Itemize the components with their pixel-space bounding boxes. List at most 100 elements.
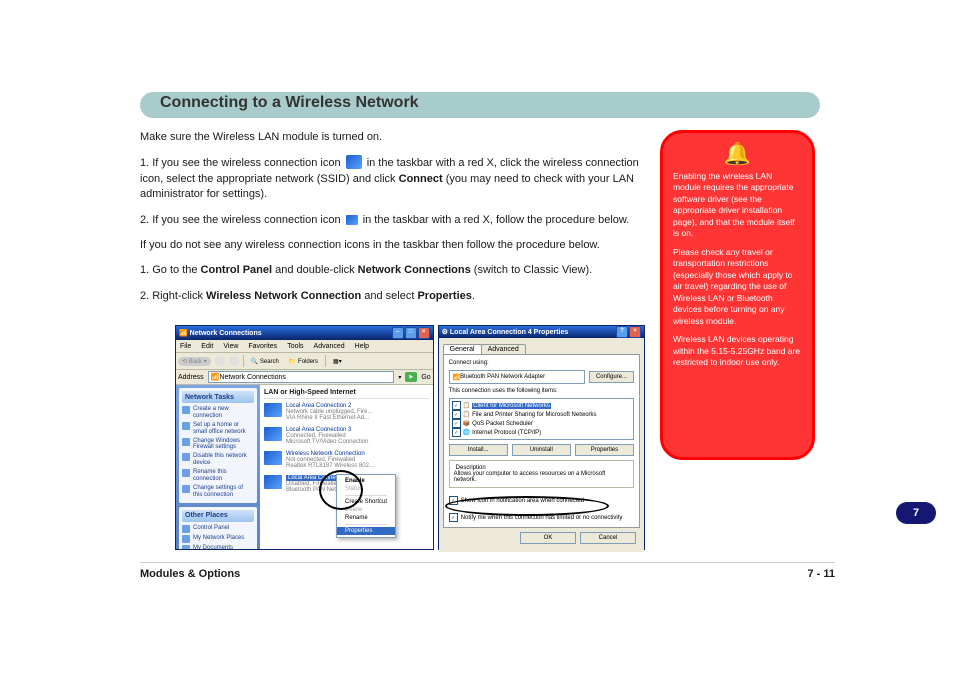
warning-text: Enabling the wireless LAN module require… bbox=[673, 171, 802, 369]
minimize-button[interactable]: – bbox=[392, 327, 404, 339]
close-button[interactable]: × bbox=[418, 327, 430, 339]
menu-tools[interactable]: Tools bbox=[287, 343, 303, 350]
menu-file[interactable]: File bbox=[180, 343, 191, 350]
adapter-field[interactable]: 📶 Bluetooth PAN Network Adapter bbox=[449, 370, 585, 384]
network-icon bbox=[264, 427, 282, 441]
task-item[interactable]: Change Windows Firewall settings bbox=[182, 437, 254, 453]
component-item[interactable]: ✓📋 File and Printer Sharing for Microsof… bbox=[452, 410, 631, 419]
warning-box: 🔔 Enabling the wireless LAN module requi… bbox=[660, 130, 815, 460]
menu-favorites[interactable]: Favorites bbox=[248, 343, 277, 350]
notify-checkbox[interactable]: ✓Notify me when this connection has limi… bbox=[449, 513, 634, 522]
substep-2: 2. Right-click Wireless Network Connecti… bbox=[140, 289, 640, 304]
wireless-icon-x2 bbox=[346, 215, 358, 225]
page-nav-button[interactable]: 7 bbox=[896, 502, 936, 524]
panel-other-places: Other Places Control Panel My Network Pl… bbox=[179, 507, 257, 549]
ctx-status: Status bbox=[345, 485, 387, 493]
network-icon bbox=[264, 451, 282, 465]
uses-label: This connection uses the following items… bbox=[449, 388, 634, 394]
views-button[interactable]: ▦▾ bbox=[330, 357, 345, 366]
explorer-window: 📶 Network Connections – □ × File Edit Vi… bbox=[175, 325, 434, 550]
ctx-delete: Delete bbox=[345, 506, 387, 514]
properties-dialog: ⚙ Local Area Connection 4 Properties ?× … bbox=[438, 325, 645, 550]
properties-button[interactable]: Properties bbox=[575, 444, 634, 456]
tab-general[interactable]: General bbox=[443, 344, 482, 354]
folders-button[interactable]: 📁 Folders bbox=[286, 357, 321, 366]
tab-advanced[interactable]: Advanced bbox=[481, 344, 526, 354]
menu-bar[interactable]: File Edit View Favorites Tools Advanced … bbox=[176, 340, 433, 353]
help-button[interactable]: ? bbox=[616, 326, 628, 338]
description-group: Description Allows your computer to acce… bbox=[449, 460, 634, 488]
place-item[interactable]: Control Panel bbox=[182, 524, 254, 534]
address-label: Address bbox=[178, 374, 204, 381]
task-item[interactable]: Rename this connection bbox=[182, 468, 254, 484]
network-icon bbox=[264, 475, 282, 489]
panel-network-tasks: Network Tasks Create a new connection Se… bbox=[179, 388, 257, 503]
components-list[interactable]: ✓📋 Client for Microsoft Networks ✓📋 File… bbox=[449, 398, 634, 440]
task-item[interactable]: Change settings of this connection bbox=[182, 484, 254, 500]
footer-right: 7 - 11 bbox=[807, 568, 835, 580]
install-button[interactable]: Install... bbox=[449, 444, 508, 456]
ctx-enable[interactable]: Enable bbox=[345, 477, 387, 485]
context-menu: Enable Status Create Shortcut Delete Ren… bbox=[336, 474, 396, 538]
paragraph: Make sure the Wireless LAN module is tur… bbox=[140, 130, 640, 145]
maximize-button[interactable]: □ bbox=[405, 327, 417, 339]
network-icon bbox=[264, 403, 282, 417]
up-button[interactable] bbox=[229, 356, 239, 366]
address-input[interactable]: 📶 Network Connections bbox=[208, 371, 395, 383]
ctx-properties[interactable]: Properties bbox=[337, 527, 395, 535]
tab-content: Connect using: 📶 Bluetooth PAN Network A… bbox=[443, 354, 640, 528]
ctx-rename[interactable]: Rename bbox=[345, 514, 387, 522]
ok-button[interactable]: OK bbox=[520, 532, 576, 544]
menu-advanced[interactable]: Advanced bbox=[314, 343, 345, 350]
step-1: 1. If you see the wireless connection ic… bbox=[140, 155, 640, 202]
ctx-create-shortcut[interactable]: Create Shortcut bbox=[345, 498, 387, 506]
paragraph: If you do not see any wireless connectio… bbox=[140, 238, 640, 253]
show-icon-checkbox[interactable]: ✓Show icon in notification area when con… bbox=[449, 496, 634, 505]
footer-left: Modules & Options bbox=[140, 568, 240, 580]
window-title: 📶 Network Connections bbox=[179, 329, 392, 337]
task-item[interactable]: Create a new connection bbox=[182, 405, 254, 421]
page-footer: Modules & Options 7 - 11 bbox=[140, 568, 835, 580]
wireless-icon-x bbox=[346, 155, 362, 169]
panel-header: Network Tasks bbox=[182, 391, 254, 403]
cancel-button[interactable]: Cancel bbox=[580, 532, 636, 544]
substep-1: 1. Go to the Control Panel and double-cl… bbox=[140, 263, 640, 278]
component-item[interactable]: ✓📋 Client for Microsoft Networks bbox=[452, 401, 631, 410]
titlebar: 📶 Network Connections – □ × bbox=[176, 326, 433, 340]
component-item[interactable]: ✓📦 QoS Packet Scheduler bbox=[452, 419, 631, 428]
task-item[interactable]: Set up a home or small office network bbox=[182, 421, 254, 437]
task-item[interactable]: Disable this network device bbox=[182, 452, 254, 468]
tab-bar: General Advanced bbox=[443, 342, 640, 354]
connection-item[interactable]: Local Area Connection 2Network cable unp… bbox=[264, 403, 429, 421]
connection-item[interactable]: Local Area Connection 3Connected, Firewa… bbox=[264, 427, 429, 445]
back-button[interactable]: ⟲ Back ▾ bbox=[178, 357, 211, 366]
panel-header: Other Places bbox=[182, 510, 254, 522]
forward-button[interactable] bbox=[215, 356, 225, 366]
body-text: Make sure the Wireless LAN module is tur… bbox=[140, 130, 640, 314]
search-button[interactable]: 🔍 Search bbox=[248, 357, 282, 366]
connection-item[interactable]: Wireless Network ConnectionNot connected… bbox=[264, 451, 429, 469]
menu-view[interactable]: View bbox=[223, 343, 238, 350]
uninstall-button[interactable]: Uninstall bbox=[512, 444, 571, 456]
place-item[interactable]: My Documents bbox=[182, 544, 254, 549]
toolbar: ⟲ Back ▾ 🔍 Search 📁 Folders ▦▾ bbox=[176, 353, 433, 370]
address-bar: Address 📶 Network Connections ▾ ▶ Go bbox=[176, 370, 433, 385]
section-title: Connecting to a Wireless Network bbox=[160, 94, 419, 112]
place-item[interactable]: My Network Places bbox=[182, 534, 254, 544]
group-header: LAN or High-Speed Internet bbox=[264, 389, 429, 399]
configure-button[interactable]: Configure... bbox=[589, 371, 634, 383]
menu-edit[interactable]: Edit bbox=[201, 343, 213, 350]
description-text: Allows your computer to access resources… bbox=[454, 471, 629, 483]
component-item[interactable]: ✓🌐 Internet Protocol (TCP/IP) bbox=[452, 428, 631, 437]
embedded-screenshots: 📶 Network Connections – □ × File Edit Vi… bbox=[175, 325, 645, 550]
footer-divider bbox=[140, 562, 835, 563]
close-button[interactable]: × bbox=[629, 326, 641, 338]
go-button[interactable]: ▶ bbox=[405, 372, 417, 382]
alarm-icon: 🔔 bbox=[673, 143, 802, 165]
side-panel: Network Tasks Create a new connection Se… bbox=[176, 385, 260, 549]
connect-using-label: Connect using: bbox=[449, 360, 634, 366]
menu-help[interactable]: Help bbox=[355, 343, 369, 350]
dialog-body: General Advanced Connect using: 📶 Blueto… bbox=[439, 338, 644, 552]
step-2: 2. If you see the wireless connection ic… bbox=[140, 213, 640, 228]
go-label: Go bbox=[421, 374, 430, 381]
